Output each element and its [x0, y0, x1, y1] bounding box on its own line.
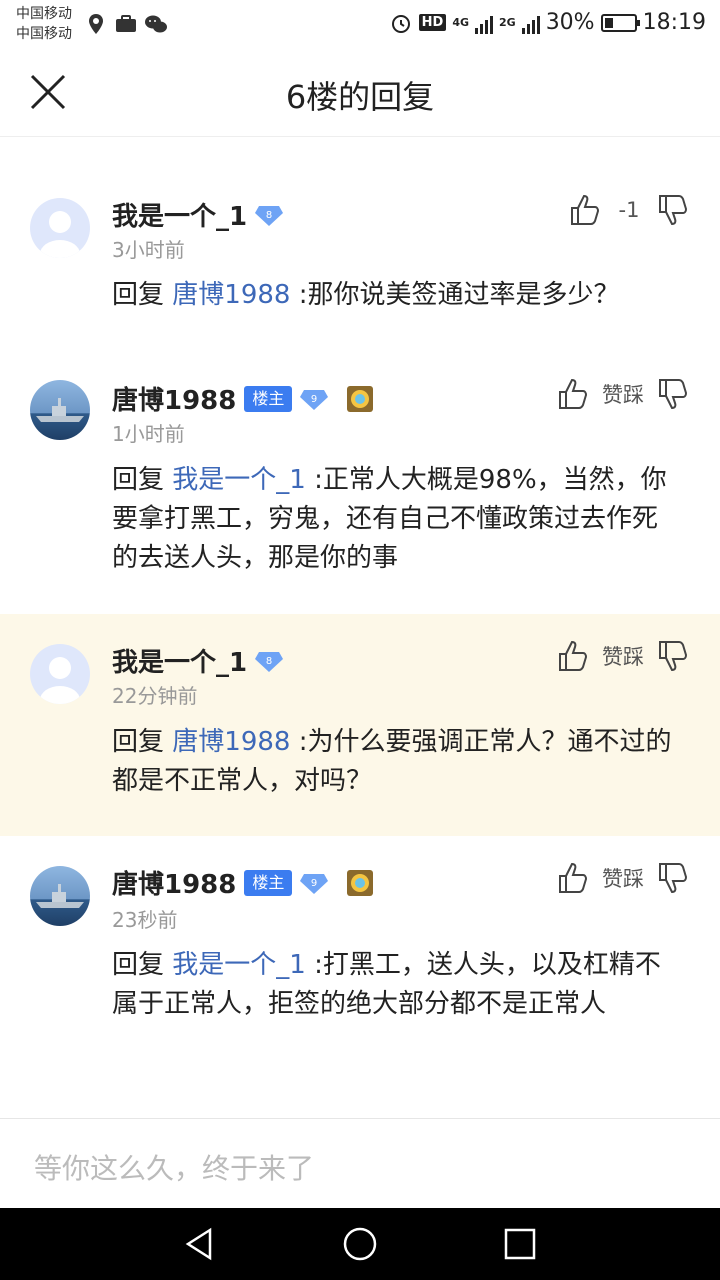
mention-link[interactable]: 唐博1988 — [172, 727, 290, 757]
user-row: 我是一个_1 8 — [112, 196, 284, 233]
username[interactable]: 唐博1988 — [112, 380, 236, 417]
reply-prefix: 回复 — [112, 465, 165, 495]
wechat-icon — [145, 15, 167, 33]
avatar[interactable] — [30, 866, 90, 926]
carrier-1: 中国移动 — [16, 6, 72, 22]
thumbs-up-icon[interactable] — [570, 194, 600, 226]
reply-input-placeholder[interactable]: 等你这么久，终于来了 — [34, 1147, 314, 1187]
carrier-labels: 中国移动 中国移动 — [16, 4, 72, 44]
medal-icon — [347, 869, 374, 896]
svg-text:8: 8 — [266, 210, 272, 221]
user-row: 我是一个_1 8 — [112, 642, 284, 679]
warship-avatar-icon — [36, 398, 84, 422]
mention-link[interactable]: 我是一个_1 — [172, 950, 306, 980]
level-badge-icon: 8 — [255, 205, 284, 226]
medal-icon — [347, 385, 374, 412]
post-time: 23秒前 — [112, 908, 178, 932]
username[interactable]: 我是一个_1 — [112, 196, 247, 233]
svg-text:9: 9 — [311, 878, 317, 889]
home-circle-icon[interactable] — [342, 1226, 378, 1262]
level-badge-icon: 9 — [300, 389, 329, 410]
vote-controls: 赞踩 — [558, 640, 688, 672]
thumbs-up-icon[interactable] — [558, 640, 588, 672]
owner-tag: 楼主 — [244, 385, 293, 412]
notification-icons — [84, 12, 168, 36]
svg-text:9: 9 — [311, 394, 317, 405]
user-row: 唐博1988 楼主 9 — [112, 864, 374, 901]
signal-icon-2 — [521, 12, 540, 34]
status-right: HD 4G 2G 30% 18:19 — [389, 10, 706, 35]
system-nav-bar — [0, 1208, 720, 1280]
default-avatar-icon — [40, 657, 80, 704]
page-title: 6楼的回复 — [285, 78, 435, 116]
vote-label: 赞踩 — [602, 383, 644, 407]
post-time: 3小时前 — [112, 238, 185, 262]
reply-prefix: 回复 — [112, 950, 165, 980]
thumbs-up-icon[interactable] — [558, 378, 588, 410]
header: 6楼的回复 — [0, 50, 720, 137]
thumbs-up-icon[interactable] — [558, 862, 588, 894]
battery-icon — [600, 13, 640, 32]
vote-count: -1 — [618, 198, 640, 222]
reply-content: 回复 我是一个_1 :正常人大概是98%，当然，你要拿打黑工，穷鬼，还有自己不懂… — [112, 461, 682, 578]
avatar[interactable] — [30, 644, 90, 704]
username[interactable]: 我是一个_1 — [112, 642, 247, 679]
username[interactable]: 唐博1988 — [112, 864, 236, 901]
warship-avatar-icon — [36, 884, 84, 908]
vote-controls: -1 — [570, 194, 688, 226]
recents-square-icon[interactable] — [502, 1226, 538, 1262]
reply-item-highlighted: 我是一个_1 8 22分钟前 回复 唐博1988 :为什么要强调正常人？通不过的… — [0, 614, 720, 836]
briefcase-icon — [116, 15, 136, 32]
user-row: 唐博1988 楼主 9 — [112, 380, 374, 417]
reply-input-bar[interactable]: 等你这么久，终于来了 — [0, 1118, 720, 1209]
post-time: 22分钟前 — [112, 684, 198, 708]
vote-controls: 赞踩 — [558, 862, 688, 894]
reply-item: 唐博1988 楼主 9 23秒前 回复 我是一个_1 :打黑工，送人头，以及杠精… — [0, 836, 720, 1118]
reply-prefix: 回复 — [112, 727, 165, 757]
vote-label: 赞踩 — [602, 645, 644, 669]
owner-tag: 楼主 — [244, 869, 293, 896]
avatar[interactable] — [30, 380, 90, 440]
network-2g: 2G — [499, 16, 516, 29]
reply-prefix: 回复 — [112, 280, 165, 310]
carrier-2: 中国移动 — [16, 26, 72, 42]
reply-item: 唐博1988 楼主 9 1小时前 回复 我是一个_1 :正常人大概是98%，当然… — [0, 346, 720, 614]
level-badge-icon: 9 — [300, 873, 329, 894]
mention-link[interactable]: 唐博1988 — [172, 280, 290, 310]
reply-text: :那你说美签通过率是多少？ — [298, 280, 620, 310]
thumbs-down-icon[interactable] — [658, 378, 688, 410]
reply-content: 回复 唐博1988 :那你说美签通过率是多少？ — [112, 276, 682, 315]
back-triangle-icon[interactable] — [182, 1226, 218, 1262]
avatar[interactable] — [30, 198, 90, 258]
reply-item: 我是一个_1 8 3小时前 回复 唐博1988 :那你说美签通过率是多少？ -1 — [0, 136, 720, 346]
clock: 18:19 — [642, 10, 706, 35]
vote-controls: 赞踩 — [558, 378, 688, 410]
level-badge-icon: 8 — [255, 651, 284, 672]
default-avatar-icon — [40, 211, 80, 258]
thumbs-down-icon[interactable] — [658, 640, 688, 672]
reply-content: 回复 我是一个_1 :打黑工，送人头，以及杠精不属于正常人，拒签的绝大部分都不是… — [112, 946, 682, 1024]
status-bar: 中国移动 中国移动 HD 4G 2G 30% 18:19 — [0, 0, 720, 50]
post-time: 1小时前 — [112, 422, 185, 446]
thumbs-down-icon[interactable] — [658, 862, 688, 894]
network-4g: 4G — [452, 16, 469, 29]
mention-link[interactable]: 我是一个_1 — [172, 465, 306, 495]
hd-badge: HD — [418, 14, 447, 31]
location-pin-icon — [89, 14, 103, 34]
vote-label: 赞踩 — [602, 867, 644, 891]
svg-text:8: 8 — [266, 656, 272, 667]
thumbs-down-icon[interactable] — [658, 194, 688, 226]
reply-content: 回复 唐博1988 :为什么要强调正常人？通不过的都是不正常人，对吗？ — [112, 723, 682, 801]
signal-icon — [475, 12, 493, 34]
alarm-icon — [391, 14, 410, 33]
battery-percent: 30% — [545, 10, 595, 35]
